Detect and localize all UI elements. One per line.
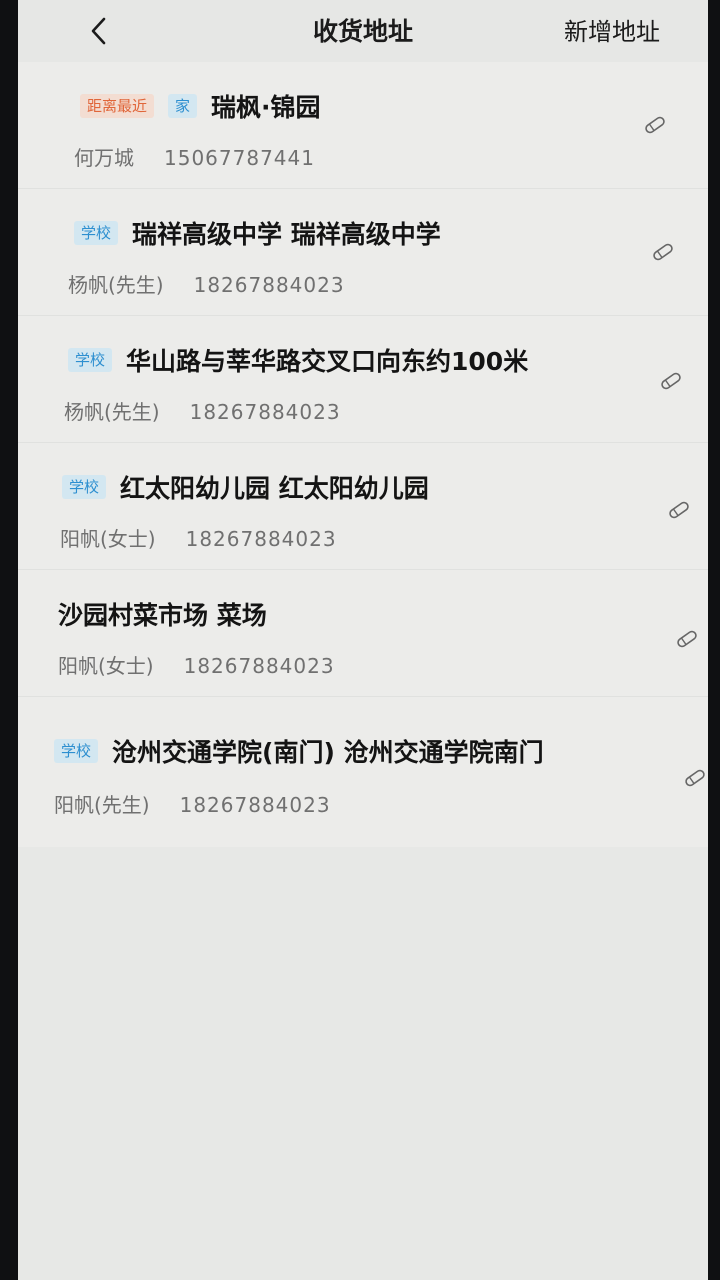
contact-phone: 18267884023 — [183, 654, 335, 678]
address-item[interactable]: 学校 瑞祥高级中学 瑞祥高级中学 杨帆(先生) 18267884023 — [18, 189, 708, 316]
address-item[interactable]: 学校 沧州交通学院(南门) 沧州交通学院南门 阳帆(先生) 18267884023 — [18, 697, 708, 847]
contact-phone: 18267884023 — [193, 273, 345, 297]
address-item[interactable]: 距离最近 家 瑞枫·锦园 何万城 15067787441 — [18, 62, 708, 189]
pencil-icon — [653, 243, 673, 261]
contact-name: 杨帆(先生) — [64, 400, 160, 424]
address-type-tag: 学校 — [74, 221, 119, 245]
contact-phone: 18267884023 — [185, 527, 337, 551]
pencil-icon — [677, 630, 697, 648]
contact-name: 杨帆(先生) — [68, 273, 164, 297]
address-text: 红太阳幼儿园 红太阳幼儿园 — [120, 474, 429, 503]
edit-address-button[interactable] — [666, 497, 692, 523]
address-text: 瑞祥高级中学 瑞祥高级中学 — [132, 220, 441, 249]
contact-phone: 15067787441 — [164, 146, 315, 170]
contact-name: 何万城 — [74, 146, 134, 170]
address-type-tag: 学校 — [68, 348, 113, 372]
address-item[interactable]: 学校 华山路与莘华路交叉口向东约100米 杨帆(先生) 18267884023 — [18, 316, 708, 443]
pencil-icon — [661, 372, 681, 390]
pencil-icon — [645, 116, 665, 134]
edit-address-button[interactable] — [642, 112, 668, 138]
phone-screen: 收货地址 新增地址 距离最近 家 瑞枫·锦园 何万城 15067787441 学校 — [18, 0, 708, 1280]
top-bar: 收货地址 新增地址 — [18, 0, 708, 62]
edit-address-button[interactable] — [682, 765, 708, 791]
pencil-icon — [685, 769, 705, 787]
address-text: 沧州交通学院(南门) 沧州交通学院南门 — [112, 738, 544, 767]
contact-name: 阳帆(女士) — [58, 654, 154, 678]
address-item[interactable]: 沙园村菜市场 菜场 阳帆(女士) 18267884023 — [18, 570, 708, 697]
pencil-icon — [669, 501, 689, 519]
contact-phone: 18267884023 — [189, 400, 341, 424]
edit-address-button[interactable] — [658, 368, 684, 394]
nearest-tag: 距离最近 — [80, 94, 155, 118]
address-text: 瑞枫·锦园 — [211, 93, 321, 122]
address-item[interactable]: 学校 红太阳幼儿园 红太阳幼儿园 阳帆(女士) 18267884023 — [18, 443, 708, 570]
address-type-tag: 学校 — [54, 739, 99, 763]
address-type-tag: 家 — [168, 94, 198, 118]
add-address-button[interactable]: 新增地址 — [564, 12, 660, 47]
address-text: 华山路与莘华路交叉口向东约100米 — [126, 347, 529, 376]
edit-address-button[interactable] — [650, 239, 676, 265]
edit-address-button[interactable] — [674, 626, 700, 652]
address-list: 距离最近 家 瑞枫·锦园 何万城 15067787441 学校 瑞祥高级中学 瑞祥… — [18, 62, 708, 847]
contact-name: 阳帆(先生) — [54, 793, 150, 817]
address-text: 沙园村菜市场 菜场 — [58, 601, 267, 630]
contact-name: 阳帆(女士) — [60, 527, 156, 551]
address-type-tag: 学校 — [62, 475, 107, 499]
contact-phone: 18267884023 — [179, 793, 331, 817]
